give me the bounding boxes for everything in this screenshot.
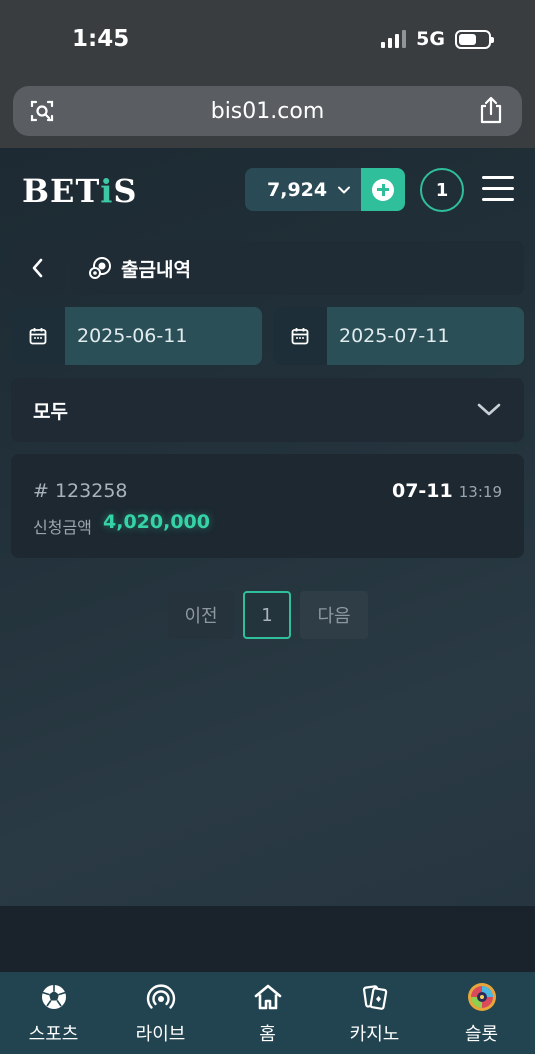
broadcast-icon: [146, 984, 175, 1009]
chevron-down-icon: [338, 186, 351, 193]
logo-text-suffix: S: [113, 172, 138, 210]
logo-text-accent: i: [100, 172, 114, 210]
home-icon: [254, 984, 281, 1010]
nav-item-home[interactable]: 홈: [214, 982, 321, 1046]
plus-icon: [372, 178, 394, 201]
notification-badge[interactable]: 1: [420, 168, 464, 212]
signal-icon: [381, 30, 407, 48]
status-filter-value: 모두: [33, 400, 68, 423]
record-amount-label: 신청금액: [33, 518, 92, 537]
share-icon[interactable]: [478, 96, 504, 124]
nav-item-live[interactable]: 라이브: [107, 982, 214, 1046]
withdrawal-record[interactable]: # 123258 신청금액 4,020,000 07-11 13:19: [11, 454, 524, 558]
site-header: BETiS 7,924 1: [0, 148, 535, 232]
record-date: 07-11: [391, 480, 453, 502]
calendar-icon: [11, 307, 65, 365]
date-from-field[interactable]: 2025-06-11: [11, 307, 262, 365]
nav-label-slot: 슬롯: [464, 1024, 499, 1045]
url-text: bis01.com: [210, 98, 325, 124]
coins-icon: [89, 257, 111, 279]
nav-label-home: 홈: [259, 1024, 276, 1045]
date-to-field[interactable]: 2025-07-11: [273, 307, 524, 365]
chevron-down-icon: [477, 403, 501, 416]
nav-label-casino: 카지노: [349, 1024, 400, 1045]
page-content: BETiS 7,924 1 출금내역 2025-06-11 2025-07-11…: [0, 148, 535, 906]
status-bar: 1:45 5G: [0, 0, 535, 80]
soccer-ball-icon: [41, 985, 66, 1009]
status-time: 1:45: [72, 26, 130, 52]
record-amount: 4,020,000: [103, 511, 210, 533]
nav-item-casino[interactable]: 카지노: [321, 982, 428, 1046]
bottom-nav: 스포츠 라이브 홈 카지노 슬롯: [0, 972, 535, 1054]
pagination-next-button[interactable]: 다음: [300, 591, 368, 639]
date-to-value: 2025-07-11: [339, 325, 450, 347]
balance-dropdown[interactable]: 7,924: [245, 168, 405, 211]
logo-text-prefix: BET: [22, 172, 101, 210]
back-button[interactable]: [11, 241, 65, 295]
address-bar[interactable]: bis01.com: [13, 86, 522, 136]
deposit-button[interactable]: [361, 168, 405, 211]
page-settings-icon[interactable]: [29, 98, 55, 124]
record-time: 13:19: [458, 483, 502, 501]
battery-icon: [455, 29, 494, 49]
status-filter-select[interactable]: 모두: [11, 378, 524, 442]
network-type: 5G: [416, 28, 445, 50]
browser-toolbar: bis01.com: [0, 80, 535, 148]
menu-icon[interactable]: [482, 176, 514, 204]
record-id: # 123258: [33, 480, 128, 502]
site-logo[interactable]: BETiS: [22, 172, 138, 210]
date-from-value: 2025-06-11: [77, 325, 188, 347]
slot-wheel-icon: [467, 983, 496, 1011]
calendar-icon: [273, 307, 327, 365]
cards-icon: [362, 985, 387, 1010]
page-title: 출금내역: [121, 258, 191, 281]
record-datetime: 07-11 13:19: [392, 480, 502, 502]
nav-label-sports: 스포츠: [28, 1024, 79, 1045]
pagination-prev-button[interactable]: 이전: [168, 591, 234, 639]
nav-item-sports[interactable]: 스포츠: [0, 982, 107, 1046]
pagination-current-page[interactable]: 1: [243, 591, 291, 639]
nav-label-live: 라이브: [135, 1024, 186, 1045]
balance-value: 7,924: [267, 178, 328, 201]
status-indicators: 5G: [381, 28, 494, 50]
nav-item-slot[interactable]: 슬롯: [428, 982, 535, 1046]
chevron-left-icon: [32, 258, 43, 278]
page-footer-area: [0, 906, 535, 972]
page-title-bar: 출금내역: [71, 241, 524, 295]
